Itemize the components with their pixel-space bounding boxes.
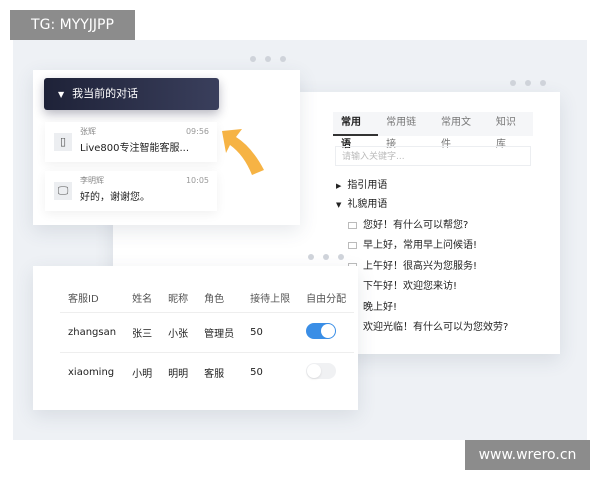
phrase-text: 上午好！很高兴为您服务! [363,261,478,272]
last-message: 好的，谢谢您。 [80,192,150,203]
message-icon [348,221,357,229]
phrase-text: 欢迎光临！有什么可以为您效劳? [363,322,509,333]
keyword-search-input[interactable]: 请输入关键字... [335,146,531,166]
agent-limit: 50 [242,352,299,392]
table-row: zhangsan 张三 小张 管理员 50 [60,312,355,353]
contact-name: 张辉 [80,127,96,136]
col-name: 姓名 [132,293,153,305]
col-role: 角色 [204,293,225,305]
col-id: 客服ID [68,293,99,305]
tab-common-links[interactable]: 常用链接 [378,112,433,150]
contact-name: 李明辉 [80,176,104,185]
mobile-icon: ▯ [54,133,72,151]
group-guide[interactable]: ▶ 指引用语 [336,176,387,191]
col-limit: 接待上限 [250,293,291,305]
auto-assign-toggle[interactable] [306,363,337,379]
auto-assign-toggle[interactable] [306,323,337,339]
last-message: Live800专注智能客服... [80,143,190,154]
phrase-item[interactable]: 欢迎光临！有什么可以为您效劳? [348,318,508,333]
agent-nick: 小张 [160,312,197,353]
table-row: xiaoming 小明 明明 客服 50 [60,352,355,392]
agent-id: zhangsan [60,312,125,353]
phrase-text: 下午好！欢迎您来访! [363,281,458,292]
phrase-item[interactable]: 下午好！欢迎您来访! [348,277,457,292]
tab-common-files[interactable]: 常用文件 [433,112,488,150]
phrase-item[interactable]: 早上好，常用早上问候语! [348,236,477,251]
phrase-text: 您好！有什么可以帮您? [363,220,469,231]
watermark-bottom: www.wrero.cn [465,440,590,470]
col-auto: 自由分配 [306,293,347,305]
agent-nick: 明明 [160,352,197,392]
tab-common-phrases[interactable]: 常用语 [333,112,379,150]
tab-knowledge-base[interactable]: 知识库 [488,112,533,150]
phrase-item[interactable]: 您好！有什么可以帮您? [348,216,468,231]
message-time: 09:56 [185,127,209,136]
group-label: 礼貌用语 [347,199,388,210]
watermark-top: TG: MYYJJPP [10,10,135,40]
conversation-title: 我当前的对话 [72,87,139,100]
phrase-item[interactable]: 上午好！很高兴为您服务! [348,257,477,272]
agent-role: 客服 [196,352,243,392]
message-icon [348,241,357,249]
group-label: 指引用语 [347,180,388,191]
conversation-header[interactable]: ▼ 我当前的对话 [44,78,219,110]
agent-limit: 50 [242,312,299,353]
desktop-icon: 🖵 [54,182,72,200]
agent-name: 小明 [124,352,161,392]
table-header: 客服ID 姓名 昵称 角色 接待上限 自由分配 [60,282,354,313]
phrase-text: 晚上好! [363,302,398,313]
arrow-icon [222,129,264,175]
agent-role: 管理员 [196,312,243,353]
agent-name: 张三 [124,312,161,353]
conversation-item[interactable]: 🖵 李明辉 好的，谢谢您。 10:05 [45,171,217,211]
phrase-tabs: 常用语 常用链接 常用文件 知识库 [333,112,533,150]
message-time: 10:05 [185,176,209,185]
conversation-item[interactable]: ▯ 张辉 Live800专注智能客服... 09:56 [45,122,217,162]
agents-table: 客服ID 姓名 昵称 角色 接待上限 自由分配 zhangsan 张三 小张 管… [60,282,355,392]
caret-right-icon: ▶ [336,182,342,190]
group-polite[interactable]: ▼ 礼貌用语 [336,195,387,210]
col-nick: 昵称 [168,293,189,305]
phrase-text: 早上好，常用早上问候语! [363,240,478,251]
caret-down-icon: ▼ [336,201,342,209]
agent-id: xiaoming [60,352,125,392]
